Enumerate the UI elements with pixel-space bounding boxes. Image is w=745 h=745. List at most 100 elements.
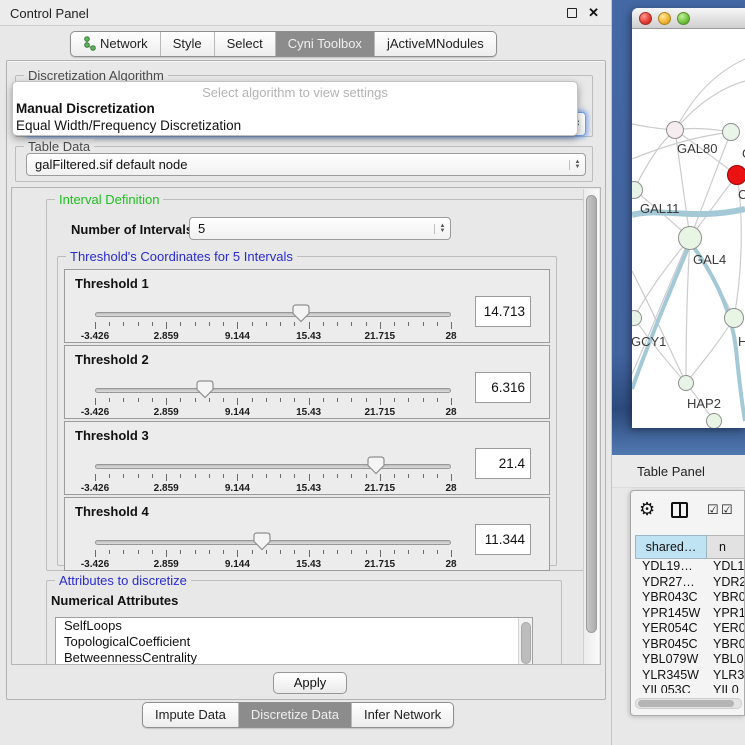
table-row[interactable]: YBL079WYBL0 [635,652,745,668]
network-view-window: GAL80GACGAL11GAL4GCY1HHAP2 [632,8,745,428]
combo-stepper-icon[interactable]: ▲ ▼ [569,160,585,170]
column-header-shared[interactable]: shared… [635,535,707,559]
checkbox-icon[interactable]: ☑ [707,502,719,518]
checkbox-icon[interactable]: ☑ [721,502,733,518]
table-panel-window: ⚙ ☑ ☑ shared… n YDL19…YDL1YDR27…YDR2YBR0… [630,490,745,716]
threshold-value-field[interactable]: 14.713 [475,296,531,327]
attribute-list-item[interactable]: TopologicalCoefficient [56,634,532,650]
apply-button[interactable]: Apply [273,672,347,694]
tab-style[interactable]: Style [160,32,214,56]
right-region: GAL80GACGAL11GAL4GCY1HHAP2 Table Panel ⚙… [612,0,745,745]
table-horizontal-scrollbar[interactable] [635,698,742,709]
slider-track[interactable] [95,388,451,393]
node-label: GAL4 [693,252,726,267]
threshold-label: Threshold 4 [75,504,149,519]
network-window-titlebar[interactable] [632,8,745,29]
network-icon [83,36,96,51]
tab-discretize-data[interactable]: Discretize Data [238,703,351,727]
slider-thumb-icon[interactable] [292,304,310,323]
slider-track[interactable] [95,312,451,317]
slider-track[interactable] [95,540,451,545]
number-of-intervals-combobox[interactable]: 5 ▲ ▼ [189,217,451,240]
close-traffic-light-icon[interactable] [639,12,652,25]
slider-thumb-icon[interactable] [253,532,271,551]
float-window-icon[interactable] [567,8,577,18]
zoom-traffic-light-icon[interactable] [677,12,690,25]
slider-ticks [95,474,451,482]
scrollbar-thumb[interactable] [521,622,531,664]
table-row[interactable]: YIL053CYIL0 [635,683,745,693]
slider-track[interactable] [95,464,451,469]
attribute-list-item[interactable]: SelfLoops [56,618,532,634]
slider-tick-labels: -3.4262.8599.14415.4321.71528 [95,559,451,570]
threshold-panel: Threshold 1 -3.4262.8599.14415.4321.7152… [64,269,550,343]
slider-tick-labels: -3.4262.8599.14415.4321.71528 [95,407,451,418]
slider-thumb-icon[interactable] [367,456,385,475]
table-row[interactable]: YBR045CYBR0 [635,637,745,653]
scrollbar-thumb[interactable] [586,195,597,633]
attributes-group-title: Attributes to discretize [55,573,191,588]
slider-ticks [95,322,451,330]
tab-infer-network[interactable]: Infer Network [351,703,453,727]
network-node-c[interactable] [727,165,745,185]
threshold-value-field[interactable]: 11.344 [475,524,531,555]
network-node-hap2[interactable] [678,375,694,391]
table-row[interactable]: YDR27…YDR2 [635,575,745,591]
slider-thumb-icon[interactable] [196,380,214,399]
threshold-label: Threshold 1 [75,276,149,291]
attributes-scrollbar[interactable] [518,618,532,664]
threshold-panel: Threshold 4 -3.4262.8599.14415.4321.7152… [64,497,550,571]
slider-tick-labels: -3.4262.8599.14415.4321.71528 [95,483,451,494]
thresholds-group: Threshold's Coordinates for 5 Intervals … [57,256,557,566]
main-scrollbar[interactable] [583,189,599,665]
table-toolbar: ⚙ ☑ ☑ [631,491,744,531]
attribute-list-item[interactable]: BetweennessCentrality [56,650,532,665]
numerical-attributes-list[interactable]: SelfLoopsTopologicalCoefficientBetweenne… [55,617,533,665]
network-canvas[interactable]: GAL80GACGAL11GAL4GCY1HHAP2 [632,29,745,428]
tab-cyni-toolbox[interactable]: Cyni Toolbox [275,32,374,56]
top-tab-bar: NetworkStyleSelectCyni ToolboxjActiveMNo… [70,31,497,57]
threshold-value-field[interactable]: 21.4 [475,448,531,479]
tab-impute-data[interactable]: Impute Data [143,703,238,727]
node-label: GAL11 [640,201,680,216]
column-header-name[interactable]: n [707,535,745,559]
threshold-label: Threshold 2 [75,352,149,367]
cyni-toolbox-panel: Discretization Algorithm ▲ ▼ Table Data … [6,60,606,700]
popup-option[interactable]: Equal Width/Frequency Discretization [13,117,577,134]
slider-tick-labels: -3.4262.8599.14415.4321.71528 [95,331,451,342]
network-node-gal4[interactable] [678,226,702,250]
network-node-gal80[interactable] [666,121,684,139]
threshold-label: Threshold 3 [75,428,149,443]
control-panel-titlebar: Control Panel ✕ [0,0,611,26]
network-node-h[interactable] [724,308,744,328]
threshold-value-field[interactable]: 6.316 [475,372,531,403]
attributes-group: Attributes to discretize Numerical Attri… [46,580,562,665]
slider-ticks [95,398,451,406]
network-node-ga[interactable] [722,123,740,141]
gear-icon[interactable]: ⚙ [639,499,655,520]
table-row[interactable]: YER054CYER0 [635,621,745,637]
table-row[interactable]: YLR345WYLR3 [635,668,745,684]
tab-jactivemnodules[interactable]: jActiveMNodules [374,32,496,56]
close-icon[interactable]: ✕ [588,5,599,21]
minimize-traffic-light-icon[interactable] [658,12,671,25]
node-table: shared… n YDL19…YDL1YDR27…YDR2YBR043CYBR… [635,535,745,693]
table-header-row: shared… n [635,535,745,559]
node-label: GAL80 [677,141,717,156]
node-label: H [738,334,745,349]
node-label: HAP2 [687,396,721,411]
table-data-title: Table Data [24,139,94,154]
table-row[interactable]: YDL19…YDL1 [635,559,745,575]
columns-icon[interactable] [671,502,688,518]
threshold-panel: Threshold 3 -3.4262.8599.14415.4321.7152… [64,421,550,495]
tab-network[interactable]: Network [71,32,160,56]
network-node[interactable] [706,413,722,428]
table-data-combobox[interactable]: galFiltered.sif default node ▲ ▼ [26,153,586,176]
panel-title: Control Panel [10,6,89,21]
scrollbar-thumb[interactable] [638,700,734,707]
tab-select[interactable]: Select [214,32,275,56]
combo-stepper-icon[interactable]: ▲ ▼ [434,224,450,234]
table-row[interactable]: YPR145WYPR1 [635,606,745,622]
popup-option[interactable]: Manual Discretization [13,100,577,117]
table-row[interactable]: YBR043CYBR0 [635,590,745,606]
